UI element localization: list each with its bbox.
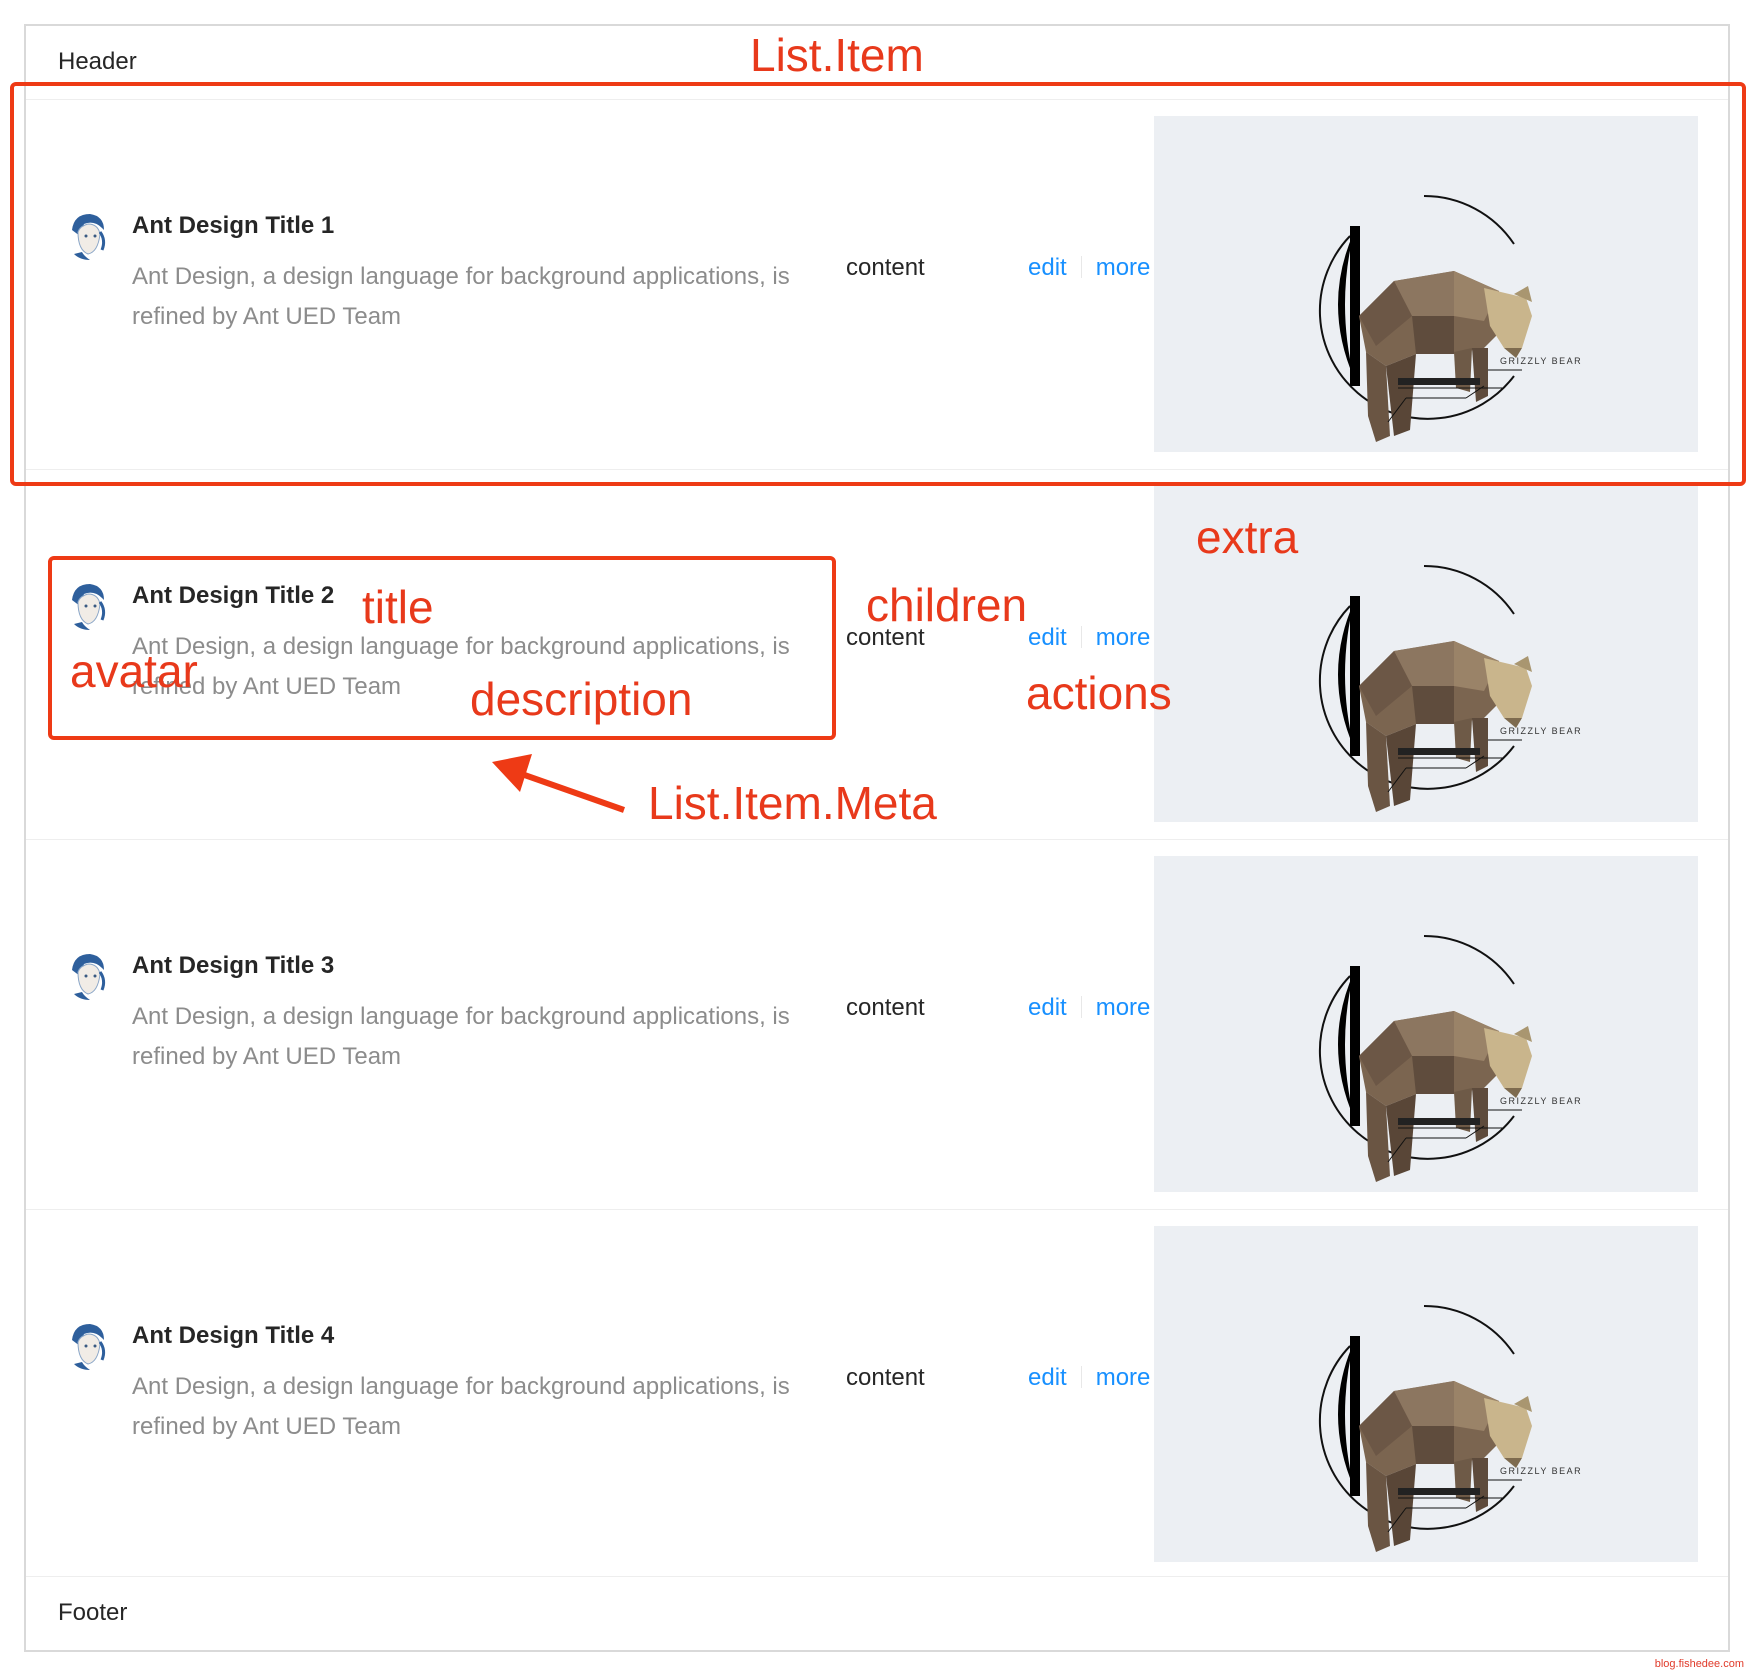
annotation-list-item-meta: List.Item.Meta: [648, 777, 937, 829]
more-link[interactable]: more: [1096, 994, 1151, 1021]
item-actions: edit more: [1028, 624, 1150, 652]
item-description: Ant Design, a design language for backgr…: [132, 1003, 790, 1070]
item-title[interactable]: Ant Design Title 4: [132, 1322, 334, 1350]
list-item: Ant Design Title 3 Ant Design, a design …: [26, 840, 1728, 1210]
annotation-children: children: [866, 579, 1028, 631]
item-actions: edit more: [1028, 254, 1150, 282]
bear-logo-text: GRIZZLY BEAR: [1500, 1096, 1582, 1106]
item-title[interactable]: Ant Design Title 2: [132, 582, 334, 610]
bear-logo-text: GRIZZLY BEAR: [1500, 1466, 1582, 1476]
watermark: blog.fishedee.com: [1654, 1658, 1744, 1670]
list-item: Ant Design Title 1 Ant Design, a design …: [26, 100, 1728, 470]
item-extra-image: GRIZZLY BEAR: [1154, 1226, 1698, 1562]
item-title[interactable]: Ant Design Title 3: [132, 952, 334, 980]
bear-logo-text: GRIZZLY BEAR: [1500, 356, 1582, 366]
avatar-icon: [72, 1324, 106, 1370]
edit-link[interactable]: edit: [1028, 1364, 1067, 1391]
action-divider: [1080, 996, 1082, 1018]
avatar-icon: [72, 214, 106, 260]
item-description: Ant Design, a design language for backgr…: [132, 1373, 790, 1440]
list-footer: Footer: [26, 1576, 1728, 1650]
avatar: [64, 210, 110, 262]
more-link[interactable]: more: [1096, 254, 1151, 281]
avatar-icon: [72, 954, 106, 1000]
more-link[interactable]: more: [1096, 624, 1151, 651]
annotation-title: title: [362, 581, 434, 633]
annotation-extra: extra: [1196, 511, 1299, 563]
annotation-description: description: [470, 673, 693, 725]
edit-link[interactable]: edit: [1028, 624, 1067, 651]
list-footer-text: Footer: [58, 1599, 128, 1626]
item-title[interactable]: Ant Design Title 1: [132, 212, 334, 240]
item-description: Ant Design, a design language for backgr…: [132, 263, 790, 330]
action-divider: [1080, 256, 1082, 278]
edit-link[interactable]: edit: [1028, 994, 1067, 1021]
item-actions: edit more: [1028, 1364, 1150, 1392]
list: Header Ant Design Title 1 Ant Design, a …: [24, 24, 1730, 1652]
avatar: [64, 1320, 110, 1372]
avatar: [64, 950, 110, 1002]
item-content: content: [846, 1364, 925, 1391]
annotation-avatar: avatar: [70, 645, 198, 697]
edit-link[interactable]: edit: [1028, 254, 1067, 281]
list-item: Ant Design Title 4 Ant Design, a design …: [26, 1210, 1728, 1580]
annotation-list-item: List.Item: [750, 29, 924, 81]
item-content: content: [846, 254, 925, 281]
item-extra-image: GRIZZLY BEAR: [1154, 116, 1698, 452]
avatar-icon: [72, 584, 106, 630]
item-content: content: [846, 994, 925, 1021]
item-extra-image: GRIZZLY BEAR: [1154, 856, 1698, 1192]
more-link[interactable]: more: [1096, 1364, 1151, 1391]
avatar: [64, 580, 110, 632]
action-divider: [1080, 1366, 1082, 1388]
item-actions: edit more: [1028, 994, 1150, 1022]
list-header-text: Header: [58, 48, 137, 75]
annotation-actions: actions: [1026, 667, 1172, 719]
bear-logo-text: GRIZZLY BEAR: [1500, 726, 1582, 736]
action-divider: [1080, 626, 1082, 648]
